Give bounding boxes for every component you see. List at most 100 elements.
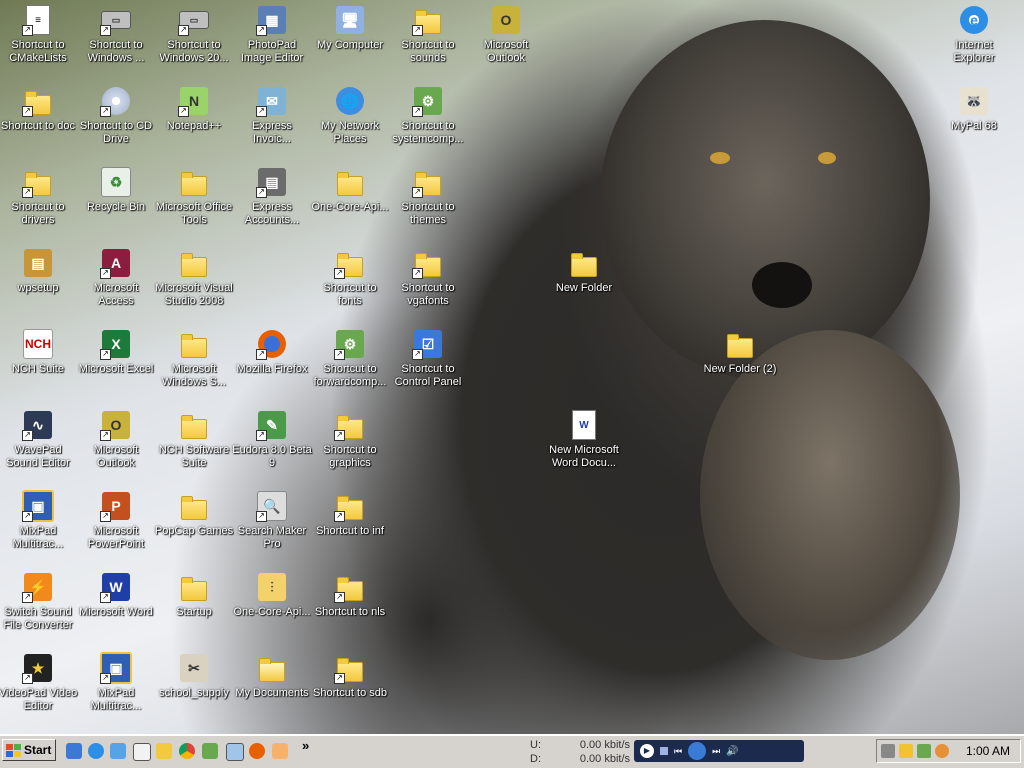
search-tray-icon[interactable] [935,744,949,758]
security-shield-icon[interactable] [899,744,913,758]
desktop-icon-shortcut-to-sounds[interactable]: ↗ Shortcut to sounds [388,2,468,80]
desktop-icon-microsoft-word[interactable]: W ↗ Microsoft Word [76,569,156,647]
desktop-icon-my-computer[interactable]: 🖥 My Computer [310,2,390,80]
folder-icon [178,490,210,522]
mix-icon: ▣ ↗ [22,490,54,522]
folder-icon: ↗ [334,571,366,603]
desktop-icon-school-supply[interactable]: ✂ school_supply [154,650,234,728]
desktop-icon-notepad[interactable]: N ↗ Notepad++ [154,83,234,161]
folder-icon [178,409,210,441]
desktop-icon-label: Internet Explorer [953,39,995,64]
desktop-icon-shortcut-to-forwardcomp[interactable]: ⚙ ↗ Shortcut to forwardcomp... [310,326,390,404]
desktop-icon-new-folder-2[interactable]: New Folder (2) [700,326,780,404]
chrome-icon[interactable] [179,743,195,759]
desktop-icon-shortcut-to-inf[interactable]: ↗ Shortcut to inf [310,488,390,566]
calendar-icon[interactable] [226,743,244,761]
desktop-icon-shortcut-to-cmakelists[interactable]: ≡ ↗ Shortcut to CMakeLists [0,2,78,80]
desktop-icon-startup[interactable]: Startup [154,569,234,647]
desktop-icon-express-invoic[interactable]: ✉ ↗ Express Invoic... [232,83,312,161]
desktop-icon-nch-software-suite[interactable]: NCH Software Suite [154,407,234,485]
desktop-icon-label: Microsoft Office Tools [155,201,233,226]
desktop-icon-label: Microsoft Access [93,282,139,307]
desktop-icon-recycle-bin[interactable]: ♻ Recycle Bin [76,164,156,242]
internet-explorer-icon[interactable] [88,743,104,759]
shortcut-arrow-icon: ↗ [256,430,267,441]
next-icon[interactable]: ⏭ [712,746,720,757]
desktop-icon-switch-sound-file-converter[interactable]: ⚡ ↗ Switch Sound File Converter [0,569,78,647]
shortcut-arrow-icon: ↗ [100,106,111,117]
desktop-icon-shortcut-to-drivers[interactable]: ↗ Shortcut to drivers [0,164,78,242]
desktop-icon-microsoft-windows-s[interactable]: Microsoft Windows S... [154,326,234,404]
folder-icon: ↗ [334,409,366,441]
desktop-icon-shortcut-to-windows[interactable]: ▭ ↗ Shortcut to Windows ... [76,2,156,80]
show-desktop-icon[interactable] [66,743,82,759]
stop-icon[interactable] [660,747,668,755]
desktop-icon-mozilla-firefox[interactable]: ↗ Mozilla Firefox [232,326,312,404]
volume-icon[interactable]: 🔊 [726,746,738,757]
previous-icon[interactable]: ⏮ [674,746,682,757]
paint-icon[interactable] [202,743,218,759]
desktop-icon-one-core-api[interactable]: One-Core-Api... [310,164,390,242]
desktop-icon-mixpad-multitrac[interactable]: ▣ ↗ MixPad Multitrac... [76,650,156,728]
desktop-icon-shortcut-to-fonts[interactable]: ↗ Shortcut to fonts [310,245,390,323]
desktop-icon-microsoft-outlook[interactable]: O Microsoft Outlook [466,2,546,80]
wallpaper-wolf-nose [752,262,812,308]
desktop-icon-mixpad-multitrac[interactable]: ▣ ↗ MixPad Multitrac... [0,488,78,566]
desktop-icon-microsoft-visual-studio-2008[interactable]: Microsoft Visual Studio 2008 [154,245,234,323]
desktop-icon-shortcut-to-sdb[interactable]: ↗ Shortcut to sdb [310,650,390,728]
desktop-icon-mypal-68[interactable]: 🦝 MyPal 68 [934,83,1014,161]
main-play-icon[interactable] [688,742,707,760]
clock[interactable]: 1:00 AM [966,744,1010,758]
desktop-icon-shortcut-to-nls[interactable]: ↗ Shortcut to nls [310,569,390,647]
desktop-icon-microsoft-office-tools[interactable]: Microsoft Office Tools [154,164,234,242]
wallpaper-wolf-eye-left [710,152,730,164]
desktop-icon-label: Search Maker Pro [237,525,307,550]
desktop-icon-new-folder[interactable]: New Folder [544,245,624,323]
desktop-icon-eudora-8-0-beta-9[interactable]: ✎ ↗ Eudora 8.0 Beta 9 [232,407,312,485]
desktop-icon-shortcut-to-windows-20[interactable]: ▭ ↗ Shortcut to Windows 20... [154,2,234,80]
outlook-icon: O ↗ [100,409,132,441]
start-button[interactable]: Start [2,739,56,761]
desktop-icon-shortcut-to-themes[interactable]: ↗ Shortcut to themes [388,164,468,242]
shortcut-arrow-icon: ↗ [178,106,189,117]
desktop-icon-shortcut-to-cd-drive[interactable]: ↗ Shortcut to CD Drive [76,83,156,161]
desktop-icon-wpsetup[interactable]: ▤ wpsetup [0,245,78,323]
accounts-icon: ▤ ↗ [256,166,288,198]
desktop-icon-popcap-games[interactable]: PopCap Games [154,488,234,566]
desktop-icon-shortcut-to-control-panel[interactable]: ☑ ↗ Shortcut to Control Panel [388,326,468,404]
desktop[interactable]: ≡ ↗ Shortcut to CMakeLists ↗ Shortcut to doc… [0,0,1024,734]
recycle-icon: ♻ [100,166,132,198]
desktop-icon-one-core-api[interactable]: ⫶ One-Core-Api... [232,569,312,647]
mail-icon[interactable] [272,743,288,759]
desktop-icon-microsoft-excel[interactable]: X ↗ Microsoft Excel [76,326,156,404]
desktop-icon-express-accounts[interactable]: ▤ ↗ Express Accounts... [232,164,312,242]
desktop-icon-my-network-places[interactable]: 🌐 My Network Places [310,83,390,161]
desktop-icon-shortcut-to-vgafonts[interactable]: ↗ Shortcut to vgafonts [388,245,468,323]
desktop-icon-microsoft-outlook[interactable]: O ↗ Microsoft Outlook [76,407,156,485]
window-icon[interactable] [133,743,151,761]
desktop-icon-shortcut-to-systemcomp[interactable]: ⚙ ↗ Shortcut to systemcomp... [388,83,468,161]
shortcut-arrow-icon: ↗ [256,187,267,198]
desktop-icon-videopad-video-editor[interactable]: ★ ↗ VideoPad Video Editor [0,650,78,728]
firefox-icon[interactable] [249,743,265,759]
desktop-icon-shortcut-to-graphics[interactable]: ↗ Shortcut to graphics [310,407,390,485]
desktop-icon-shortcut-to-doc[interactable]: ↗ Shortcut to doc [0,83,78,161]
network-status-icon[interactable] [917,744,931,758]
desktop-icon-label: Microsoft PowerPoint [87,525,145,550]
desktop-icon-new-microsoft-word-docu[interactable]: W New Microsoft Word Docu... [544,407,624,485]
desktop-icon-microsoft-access[interactable]: A ↗ Microsoft Access [76,245,156,323]
desktop-icon-label: WavePad Sound Editor [6,444,70,469]
quick-launch-overflow[interactable]: » [302,738,309,753]
desktop-icon-photopad-image-editor[interactable]: ▦ ↗ PhotoPad Image Editor [232,2,312,80]
desktop-icon-nch-suite[interactable]: NCH NCH Suite [0,326,78,404]
desktop-icon-search-maker-pro[interactable]: 🔍 ↗ Search Maker Pro [232,488,312,566]
play-icon[interactable]: ▶ [640,744,654,758]
desktop-icon-my-documents[interactable]: My Documents [232,650,312,728]
folder-icon[interactable] [156,743,172,759]
desktop-icon-wavepad-sound-editor[interactable]: ∿ ↗ WavePad Sound Editor [0,407,78,485]
folder-icon: ↗ [334,490,366,522]
desktop-icon-microsoft-powerpoint[interactable]: P ↗ Microsoft PowerPoint [76,488,156,566]
calculator-icon[interactable] [881,744,895,758]
desktop-icon-internet-explorer[interactable]: e Internet Explorer [934,2,1014,80]
network-icon[interactable] [110,743,126,759]
